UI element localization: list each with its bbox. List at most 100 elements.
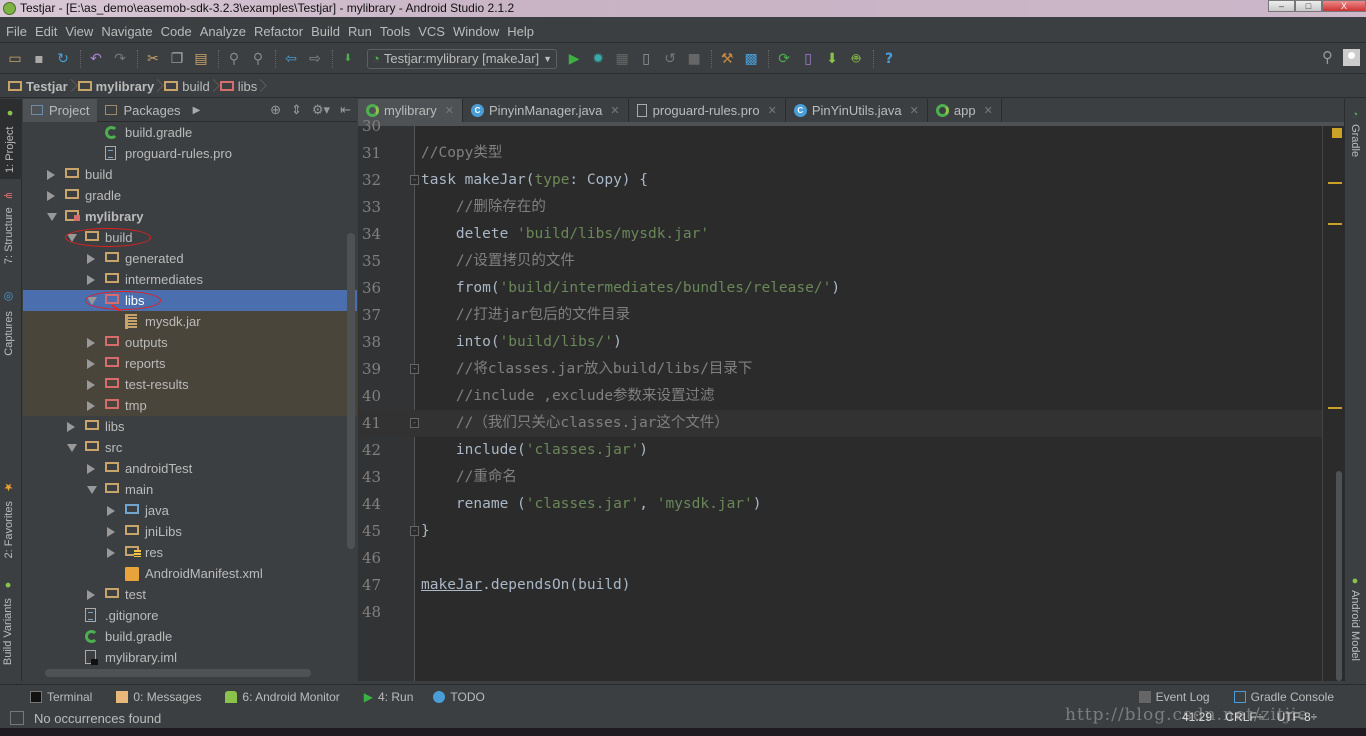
minimize-button[interactable]: – [1268,0,1295,12]
android-sdk-icon[interactable]: ⬇ [821,48,843,70]
line-separator[interactable]: CRLF÷ [1225,710,1263,724]
tab-project[interactable]: Project [23,98,98,122]
tree-item[interactable]: libs [23,290,357,319]
tool-tab-gradle[interactable]: ◔ Gradle [1349,109,1361,157]
expand-arrow-right-icon[interactable] [87,401,95,411]
tool-tab-terminal[interactable]: Terminal [30,690,92,704]
warning-mark[interactable] [1328,223,1342,225]
menu-help[interactable]: Help [503,24,538,39]
make-project-icon[interactable]: ⬇ [337,48,359,70]
project-tree-vertical-scrollbar[interactable] [347,233,355,549]
cut-icon[interactable]: ✂ [142,48,164,70]
attach-debugger-icon[interactable]: ▦ [611,48,633,70]
tool-tab-project[interactable]: 1: Project ● [0,99,22,179]
tree-item[interactable]: build [23,164,357,185]
tool-tab-run[interactable]: ▶ 4: Run [364,690,414,704]
tool-tab-android-model[interactable]: ● Android Model [1349,575,1361,661]
open-folder-icon[interactable]: ▭ [4,48,26,70]
sync-gradle-icon[interactable]: ⟳ [773,48,795,70]
code-line[interactable]: 47 makeJar.dependsOn(build) [358,572,1334,599]
file-encoding[interactable]: UTF-8÷ [1277,710,1318,724]
stop-icon[interactable]: ■ [683,48,705,70]
project-tree-horizontal-scrollbar[interactable] [45,669,311,677]
undo-icon[interactable]: ↶ [85,48,107,70]
sync-icon[interactable]: ↻ [52,48,74,70]
avd-manager-icon[interactable]: ▯ [797,48,819,70]
hide-panel-icon[interactable]: ⇤ [340,102,351,118]
tool-windows-toggle[interactable] [10,711,24,725]
expand-arrow-right-icon[interactable] [47,170,55,180]
tree-item[interactable]: jniLibs [23,521,357,542]
tree-item[interactable]: proguard-rules.pro [23,143,357,164]
tree-item[interactable]: intermediates [23,269,357,290]
code-line[interactable]: 46 [358,545,1334,572]
tree-item[interactable]: tmp [23,395,357,416]
tree-item[interactable]: test-results [23,374,357,395]
run-configuration-dropdown[interactable]: ◔ Testjar:mylibrary [makeJar] ▼ [367,48,558,69]
user-avatar[interactable] [1343,48,1360,66]
more-views-arrow-icon[interactable]: ▶ [193,105,201,116]
code-line[interactable]: 30 [358,113,1334,140]
expand-arrow-right-icon[interactable] [107,527,115,537]
menu-vcs[interactable]: VCS [414,24,449,39]
fold-end-icon[interactable]: - [410,418,419,428]
breadcrumb-item[interactable]: Testjar [8,79,74,94]
tree-item[interactable]: java [23,500,357,521]
code-line[interactable]: 39 - //将classes.jar放入build/libs/目录下 [358,356,1334,383]
collapse-all-icon[interactable]: ⇕ [291,102,302,118]
fold-start-icon[interactable]: - [410,364,419,374]
tree-item[interactable]: src [23,437,357,458]
expand-arrow-down-icon[interactable] [87,486,97,494]
warning-mark[interactable] [1328,182,1342,184]
menu-refactor[interactable]: Refactor [250,24,307,39]
expand-arrow-right-icon[interactable] [107,548,115,558]
copy-icon[interactable]: ❐ [166,48,188,70]
find-icon[interactable]: ⚲ [223,48,245,70]
tree-item[interactable]: .gitignore [23,605,357,626]
tree-item[interactable]: mysdk.jar [23,311,357,332]
expand-arrow-right-icon[interactable] [87,464,95,474]
fold-start-icon[interactable]: - [410,175,419,185]
paste-icon[interactable]: ▤ [190,48,212,70]
tree-item[interactable]: build.gradle [23,626,357,647]
tab-packages[interactable]: Packages [97,99,188,122]
expand-arrow-right-icon[interactable] [87,338,95,348]
tree-item[interactable]: gradle [23,185,357,206]
code-line[interactable]: 43 //重命名 [358,464,1334,491]
fold-end-icon[interactable]: - [410,526,419,536]
menu-tools[interactable]: Tools [376,24,414,39]
warning-indicator[interactable] [1332,128,1342,138]
back-icon[interactable]: ⇦ [280,48,302,70]
sdk-manager-icon[interactable]: ▩ [740,48,762,70]
menu-build[interactable]: Build [307,24,344,39]
expand-arrow-down-icon[interactable] [67,444,77,452]
caret-position[interactable]: 41:29 [1182,710,1212,724]
tree-item[interactable]: androidTest [23,458,357,479]
rerun-icon[interactable]: ↺ [659,48,681,70]
menu-navigate[interactable]: Navigate [97,24,156,39]
expand-arrow-right-icon[interactable] [87,275,95,285]
tool-tab-captures[interactable]: Captures ◎ [2,291,15,356]
code-line[interactable]: 34 delete 'build/libs/mysdk.jar' [358,221,1334,248]
code-line[interactable]: 48 [358,599,1334,626]
code-line[interactable]: 44 rename ('classes.jar', 'mysdk.jar') [358,491,1334,518]
help-icon[interactable]: ? [878,48,900,70]
tree-item[interactable]: res [23,542,357,563]
expand-arrow-down-icon[interactable] [47,213,57,221]
close-button[interactable]: X [1322,0,1366,12]
warning-mark[interactable] [1328,407,1342,409]
tree-item[interactable]: generated [23,248,357,269]
tree-item[interactable]: outputs [23,332,357,353]
code-line[interactable]: 42 include('classes.jar') [358,437,1334,464]
expand-arrow-right-icon[interactable] [87,254,95,264]
expand-arrow-right-icon[interactable] [87,359,95,369]
tool-tab-android-monitor[interactable]: 6: Android Monitor [225,690,340,704]
expand-arrow-right-icon[interactable] [107,506,115,516]
search-everywhere-icon[interactable]: ⚲ [1322,48,1333,66]
tree-item[interactable]: build.gradle [23,122,357,143]
code-line[interactable]: 40 //include ,exclude参数来设置过滤 [358,383,1334,410]
run-icon[interactable]: ▶ [563,48,585,70]
tool-tab-structure[interactable]: 7: Structure ⋔ [2,191,15,264]
project-structure-icon[interactable]: ⚒ [716,48,738,70]
menu-window[interactable]: Window [449,24,503,39]
